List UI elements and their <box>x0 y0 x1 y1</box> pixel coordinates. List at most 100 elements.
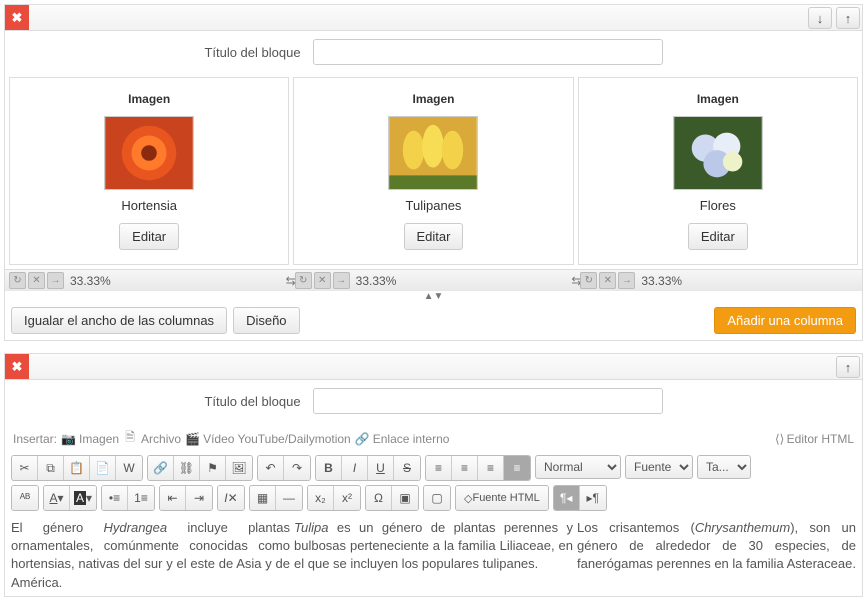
table-icon[interactable]: ▦ <box>250 486 276 510</box>
size-select[interactable]: Ta... <box>697 455 751 479</box>
block-title-input[interactable] <box>313 39 663 65</box>
col-move-icon[interactable]: → <box>47 272 64 289</box>
bullet-list-icon[interactable]: •≡ <box>102 486 128 510</box>
bg-color-icon[interactable]: A▾ <box>70 486 96 510</box>
iframe-icon[interactable]: ▣ <box>392 486 418 510</box>
image-caption: Hortensia <box>18 198 280 213</box>
image-thumbnail <box>673 116 763 190</box>
spellcheck-icon[interactable]: ᴬᴮ <box>12 486 38 510</box>
block-toolbar: ✖ ↑ <box>5 354 862 380</box>
col-cycle-icon[interactable]: ↻ <box>580 272 597 289</box>
block-title-input[interactable] <box>313 388 663 414</box>
text-color-icon[interactable]: A▾ <box>44 486 70 510</box>
width-bar: ↻ ✕ → 33.33% ⇆ ↻ ✕ → 33.33% ⇆ ↻ ✕ → 33.3… <box>5 269 862 291</box>
remove-format-icon[interactable]: I✕ <box>218 486 244 510</box>
number-list-icon[interactable]: 1≡ <box>128 486 154 510</box>
insert-video-link[interactable]: Vídeo YouTube/Dailymotion <box>203 432 351 446</box>
copy-icon[interactable]: ⧉ <box>38 456 64 480</box>
outdent-icon[interactable]: ⇤ <box>160 486 186 510</box>
image-thumbnail <box>104 116 194 190</box>
move-up-icon[interactable]: ↑ <box>836 7 860 29</box>
embed-icon[interactable]: ▢ <box>424 486 450 510</box>
images-block: ✖ ↓ ↑ Título del bloque Imagen Hortensia… <box>4 4 863 341</box>
add-column-button[interactable]: Añadir una columna <box>714 307 856 334</box>
paste-text-icon[interactable]: 📄 <box>90 456 116 480</box>
col-delete-icon[interactable]: ✕ <box>599 272 616 289</box>
paste-icon[interactable]: 📋 <box>64 456 90 480</box>
vertical-resize-handle-icon[interactable]: ▲▼ <box>5 291 862 301</box>
editor-toolbar-row-2: ᴬᴮ A▾ A▾ •≡ 1≡ ⇤ ⇥ I✕ ▦ — x₂ x² Ω ▣ ▢ ◇ … <box>5 485 862 515</box>
column-1: Imagen Hortensia Editar <box>9 77 289 265</box>
source-button[interactable]: ◇ Fuente HTML <box>456 486 548 510</box>
align-right-icon[interactable]: ≡ <box>478 456 504 480</box>
link-icon[interactable]: 🔗 <box>148 456 174 480</box>
editor-body[interactable]: El género Hydrangea incluye plantas orna… <box>5 515 862 596</box>
subscript-icon[interactable]: x₂ <box>308 486 334 510</box>
text-column-1[interactable]: El género Hydrangea incluye plantas orna… <box>11 519 290 592</box>
insert-image-link[interactable]: Imagen <box>79 432 119 446</box>
resize-handle-icon[interactable]: ⇆ <box>287 274 295 288</box>
block-actions: Igualar el ancho de las columnas Diseño … <box>5 301 862 340</box>
edit-button[interactable]: Editar <box>404 223 464 250</box>
block-title-label: Título del bloque <box>204 394 300 409</box>
column-2: Imagen Tulipanes Editar <box>293 77 573 265</box>
italic-icon[interactable]: I <box>342 456 368 480</box>
block-toolbar: ✖ ↓ ↑ <box>5 5 862 31</box>
image-caption: Flores <box>587 198 849 213</box>
font-select[interactable]: Fuente <box>625 455 693 479</box>
close-icon[interactable]: ✖ <box>5 354 29 379</box>
col-width-value: 33.33% <box>70 274 111 288</box>
insert-toolbar: Insertar: 📷Imagen 🗎Archivo 🎬Vídeo YouTub… <box>5 422 862 455</box>
col-cycle-icon[interactable]: ↻ <box>9 272 26 289</box>
block-title-row: Título del bloque <box>5 31 862 73</box>
text-block: ✖ ↑ Título del bloque Insertar: 📷Imagen … <box>4 353 863 597</box>
columns-wrapper: Imagen Hortensia Editar Imagen Tulipanes… <box>5 73 862 269</box>
column-3: Imagen Flores Editar <box>578 77 858 265</box>
code-icon: ⟨⟩ <box>773 432 787 446</box>
rtl-icon[interactable]: ▸¶ <box>580 486 606 510</box>
underline-icon[interactable]: U <box>368 456 394 480</box>
anchor-icon[interactable]: ⚑ <box>200 456 226 480</box>
edit-button[interactable]: Editar <box>119 223 179 250</box>
superscript-icon[interactable]: x² <box>334 486 360 510</box>
image-label: Imagen <box>587 92 849 106</box>
link-icon: 🔗 <box>355 432 369 446</box>
col-move-icon[interactable]: → <box>618 272 635 289</box>
close-icon[interactable]: ✖ <box>5 5 29 30</box>
unlink-icon[interactable]: ⛓ <box>174 456 200 480</box>
col-cycle-icon[interactable]: ↻ <box>295 272 312 289</box>
html-editor-link[interactable]: Editor HTML <box>787 432 854 446</box>
redo-icon[interactable]: ↷ <box>284 456 310 480</box>
col-width-value: 33.33% <box>356 274 397 288</box>
format-select[interactable]: Normal <box>535 455 621 479</box>
indent-icon[interactable]: ⇥ <box>186 486 212 510</box>
move-down-icon[interactable]: ↓ <box>808 7 832 29</box>
file-icon: 🗎 <box>123 428 137 449</box>
insert-internal-link[interactable]: Enlace interno <box>373 432 450 446</box>
strike-icon[interactable]: S <box>394 456 420 480</box>
align-left-icon[interactable]: ≡ <box>426 456 452 480</box>
block-title-row: Título del bloque <box>5 380 862 422</box>
align-center-icon[interactable]: ≡ <box>452 456 478 480</box>
edit-button[interactable]: Editar <box>688 223 748 250</box>
ltr-icon[interactable]: ¶◂ <box>554 486 580 510</box>
insert-label: Insertar: <box>13 432 57 446</box>
col-move-icon[interactable]: → <box>333 272 350 289</box>
cut-icon[interactable]: ✂ <box>12 456 38 480</box>
align-justify-icon[interactable]: ≡ <box>504 456 530 480</box>
col-delete-icon[interactable]: ✕ <box>314 272 331 289</box>
text-column-2[interactable]: Tulipa es un género de plantas perennes … <box>294 519 573 592</box>
insert-file-link[interactable]: Archivo <box>141 432 181 446</box>
specialchar-icon[interactable]: Ω <box>366 486 392 510</box>
paste-word-icon[interactable]: W <box>116 456 142 480</box>
hr-icon[interactable]: — <box>276 486 302 510</box>
equalize-columns-button[interactable]: Igualar el ancho de las columnas <box>11 307 227 334</box>
col-delete-icon[interactable]: ✕ <box>28 272 45 289</box>
design-button[interactable]: Diseño <box>233 307 299 334</box>
resize-handle-icon[interactable]: ⇆ <box>572 274 580 288</box>
move-up-icon[interactable]: ↑ <box>836 356 860 378</box>
image-icon[interactable]: 🖼 <box>226 456 252 480</box>
text-column-3[interactable]: Los crisantemos (Chrysanthemum), son un … <box>577 519 856 592</box>
undo-icon[interactable]: ↶ <box>258 456 284 480</box>
bold-icon[interactable]: B <box>316 456 342 480</box>
